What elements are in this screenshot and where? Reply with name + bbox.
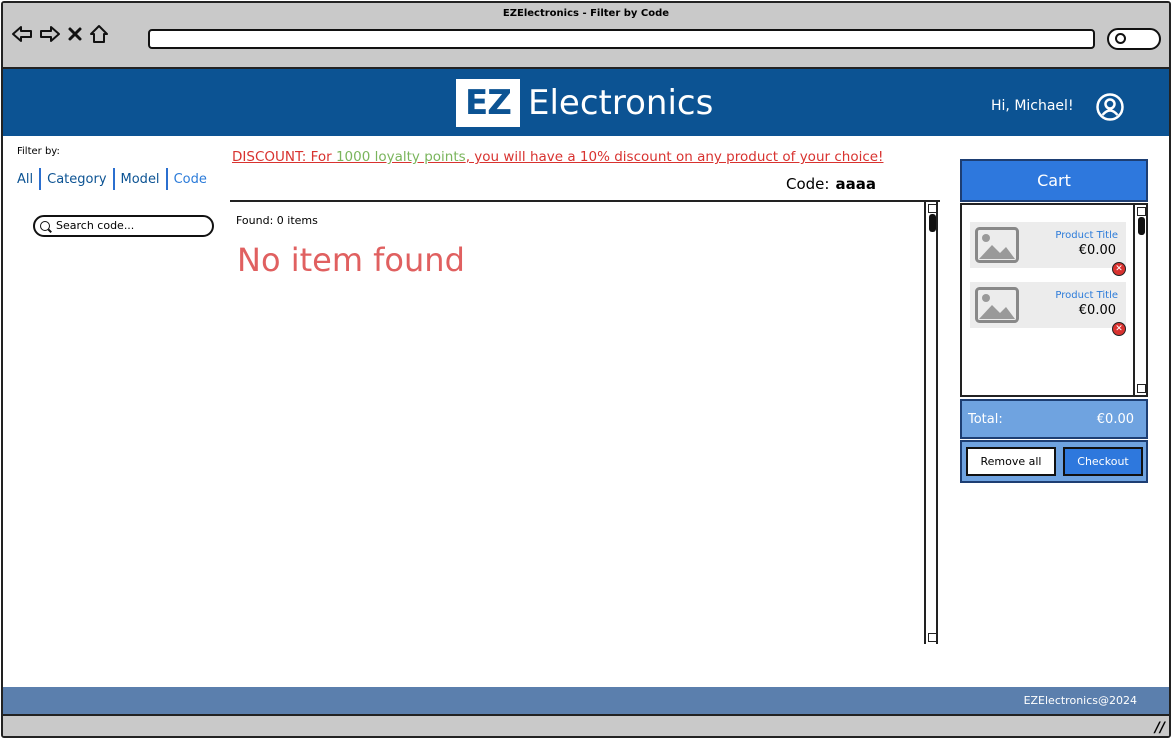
cart-actions: Remove all Checkout (960, 440, 1148, 483)
browser-status-bar: // (3, 714, 1169, 736)
search-icon (40, 221, 50, 231)
image-placeholder-icon (975, 287, 1019, 327)
logo[interactable]: EZ Electronics (456, 79, 713, 127)
cart-item-price: €0.00 (1078, 243, 1116, 258)
logo-text: Electronics (528, 83, 714, 123)
cart-total: Total: €0.00 (960, 399, 1148, 439)
back-arrow-icon[interactable] (11, 25, 33, 43)
cart-scrollbar[interactable] (1133, 205, 1148, 395)
url-bar[interactable] (148, 29, 1095, 49)
checkout-button[interactable]: Checkout (1063, 447, 1143, 476)
search-code-input[interactable]: Search code... (33, 215, 214, 237)
scroll-down-button[interactable] (928, 633, 937, 642)
app-header: EZ Electronics Hi, Michael! (3, 69, 1169, 136)
user-greeting: Hi, Michael! (991, 98, 1074, 114)
nav-controls (11, 24, 109, 44)
cart-items-list: Product Title €0.00 ✕ Product Title €0.0… (960, 203, 1148, 397)
home-icon[interactable] (89, 24, 109, 44)
search-icon (1115, 33, 1126, 44)
scroll-thumb[interactable] (1138, 217, 1145, 235)
discount-prefix: DISCOUNT: For (232, 149, 336, 165)
cart-item-price: €0.00 (1078, 303, 1116, 318)
footer-text: EZElectronics@2024 (1023, 694, 1137, 707)
empty-results-message: No item found (237, 241, 465, 279)
browser-toolbar: EZElectronics - Filter by Code (3, 3, 1169, 69)
loyalty-points-highlight: 1000 loyalty points (335, 149, 466, 165)
results-count: Found: 0 items (236, 214, 318, 227)
filter-link-all[interactable]: All (17, 172, 33, 187)
discount-suffix: , you will have a 10% discount on any pr… (465, 149, 884, 165)
image-placeholder-icon (975, 227, 1019, 267)
cart-item-title[interactable]: Product Title (1055, 290, 1118, 301)
remove-all-button[interactable]: Remove all (966, 447, 1056, 476)
cart-item[interactable]: Product Title €0.00 ✕ (970, 282, 1126, 336)
filter-divider (39, 168, 42, 190)
app-footer: EZElectronics@2024 (3, 687, 1169, 714)
cart-header: Cart (960, 159, 1148, 202)
logo-badge: EZ (456, 79, 520, 127)
search-placeholder: Search code... (56, 219, 135, 232)
code-filter-display: Code: aaaa (786, 175, 876, 193)
scroll-down-button[interactable] (1137, 384, 1146, 393)
filter-divider (165, 168, 168, 190)
filter-label: Filter by: (17, 146, 60, 157)
filter-divider (112, 168, 115, 190)
filter-link-model[interactable]: Model (121, 172, 160, 187)
window-title: EZElectronics - Filter by Code (502, 8, 670, 19)
remove-item-icon[interactable]: ✕ (1112, 262, 1126, 276)
total-value: €0.00 (1096, 412, 1134, 427)
results-scrollbar[interactable] (924, 202, 938, 644)
code-value: aaaa (835, 175, 876, 193)
cart-item-title[interactable]: Product Title (1055, 230, 1118, 241)
scroll-up-button[interactable] (1137, 207, 1146, 216)
filter-link-category[interactable]: Category (47, 172, 106, 187)
content-divider (230, 200, 940, 202)
user-account-icon[interactable] (1095, 92, 1125, 126)
code-label: Code: (786, 175, 830, 193)
resize-grip-icon[interactable]: // (1155, 720, 1165, 736)
cart-item[interactable]: Product Title €0.00 ✕ (970, 222, 1126, 276)
scroll-thumb[interactable] (929, 214, 936, 232)
remove-item-icon[interactable]: ✕ (1112, 322, 1126, 336)
forward-arrow-icon[interactable] (39, 25, 61, 43)
browser-window: EZElectronics - Filter by Code EZ Electr… (1, 1, 1171, 738)
filter-tabs: All Category Model Code (17, 168, 207, 190)
scroll-up-button[interactable] (928, 204, 937, 213)
total-label: Total: (968, 412, 1003, 427)
filter-link-code[interactable]: Code (174, 172, 207, 187)
close-icon[interactable] (67, 26, 83, 42)
browser-search-button[interactable] (1107, 28, 1161, 50)
discount-banner[interactable]: DISCOUNT: For 1000 loyalty points, you w… (232, 149, 883, 165)
